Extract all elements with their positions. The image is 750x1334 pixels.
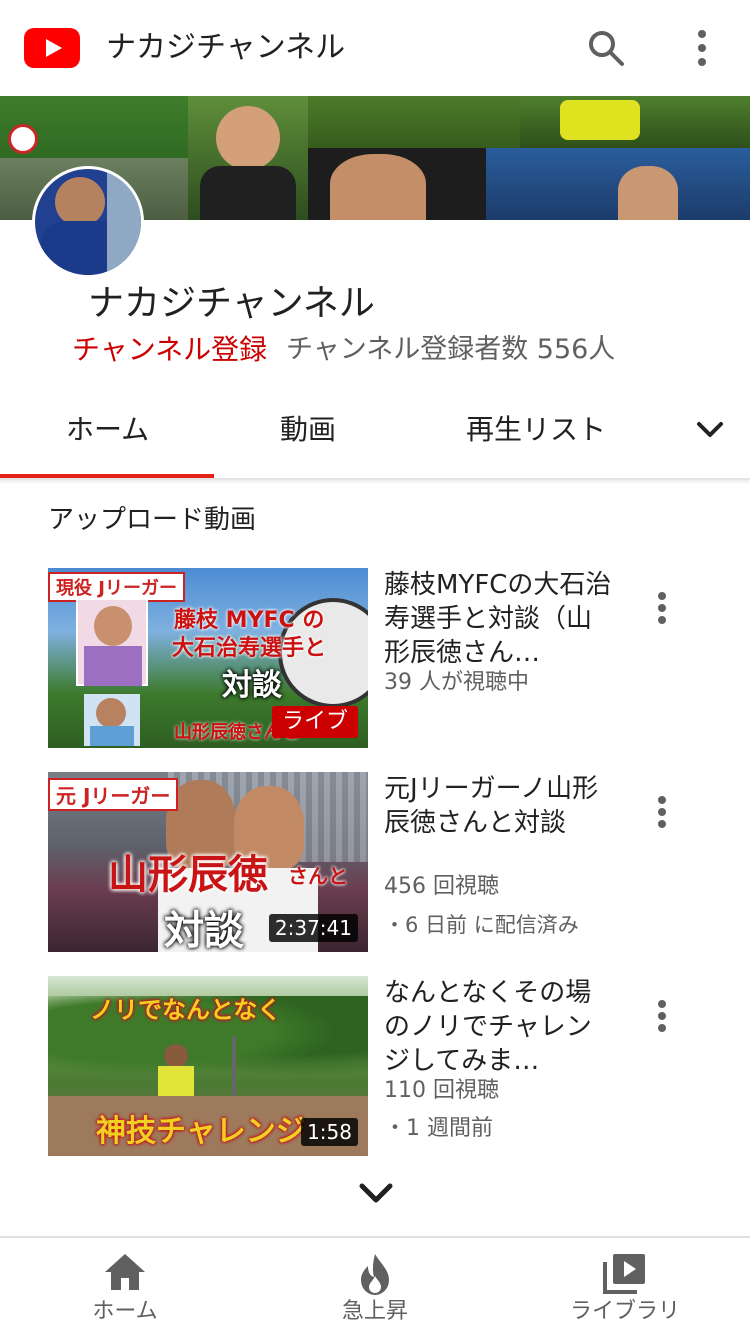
video-title[interactable]: 元Jリーガーノ山形辰徳さんと対談	[384, 772, 612, 840]
library-icon	[603, 1254, 645, 1294]
top-app-bar: ナカジチャンネル	[0, 0, 750, 96]
more-vert-icon[interactable]	[644, 996, 680, 1036]
video-item[interactable]: ノリでなんとなく 神技チャレンジ 1:58 なんとなくその場のノリでチャレンジし…	[0, 976, 750, 1156]
more-vert-icon[interactable]	[680, 26, 724, 70]
video-published-time: ・1 週間前	[384, 1116, 493, 1141]
tab-playlists[interactable]: 再生リスト	[466, 410, 606, 450]
channel-avatar[interactable]	[32, 166, 144, 278]
nav-library-label: ライブラリ	[569, 1299, 680, 1324]
expand-more-icon[interactable]	[356, 1176, 396, 1212]
video-thumbnail[interactable]: ノリでなんとなく 神技チャレンジ 1:58	[48, 976, 368, 1156]
tab-home[interactable]: ホーム	[66, 410, 149, 450]
channel-tabs: ホーム 動画 再生リスト	[0, 382, 750, 480]
chevron-down-icon[interactable]	[690, 410, 730, 450]
nav-home-label: ホーム	[92, 1299, 158, 1324]
section-title: アップロード動画	[48, 505, 257, 535]
app-title: ナカジチャンネル	[106, 30, 346, 65]
nav-trending[interactable]: 急上昇	[250, 1238, 500, 1334]
duration-badge: 1:58	[301, 1118, 358, 1146]
live-badge: ライブ	[271, 706, 358, 738]
video-published-time: ・6 日前 に配信済み	[384, 913, 579, 937]
nav-trending-label: 急上昇	[341, 1299, 408, 1324]
bottom-navigation: ホーム 急上昇 ライブラリ	[0, 1236, 750, 1334]
youtube-logo[interactable]	[24, 28, 80, 68]
more-vert-icon[interactable]	[644, 588, 680, 628]
video-view-count: 110 回視聴	[384, 1078, 499, 1103]
video-thumbnail[interactable]: 元 Jリーガー 山形辰徳 さんと 対談 2:37:41	[48, 772, 368, 952]
channel-name: ナカジチャンネル	[88, 283, 375, 324]
video-thumbnail[interactable]: 現役 Jリーガー 藤枝 MYFC の 大石治寿選手と 対談 山形辰徳さんと ライ…	[48, 568, 368, 748]
video-title[interactable]: なんとなくその場のノリでチャレンジしてみま…	[384, 976, 612, 1078]
search-icon[interactable]	[584, 26, 628, 70]
subscriber-count: チャンネル登録者数 556人	[286, 334, 616, 365]
tab-selected-indicator	[0, 474, 214, 478]
video-title[interactable]: 藤枝MYFCの大石治寿選手と対談（山形辰徳さん…	[384, 568, 612, 670]
video-view-count: 39 人が視聴中	[384, 670, 529, 695]
video-item[interactable]: 現役 Jリーガー 藤枝 MYFC の 大石治寿選手と 対談 山形辰徳さんと ライ…	[0, 568, 750, 748]
home-icon	[105, 1254, 145, 1290]
video-item[interactable]: 元 Jリーガー 山形辰徳 さんと 対談 2:37:41 元Jリーガーノ山形辰徳さ…	[0, 772, 750, 952]
nav-library[interactable]: ライブラリ	[500, 1238, 750, 1334]
tab-videos[interactable]: 動画	[280, 410, 336, 450]
nav-home[interactable]: ホーム	[0, 1238, 250, 1334]
video-view-count: 456 回視聴	[384, 874, 499, 899]
subscribe-button[interactable]: チャンネル登録	[72, 332, 267, 368]
more-vert-icon[interactable]	[644, 792, 680, 832]
trending-icon	[361, 1254, 389, 1295]
duration-badge: 2:37:41	[268, 914, 358, 942]
